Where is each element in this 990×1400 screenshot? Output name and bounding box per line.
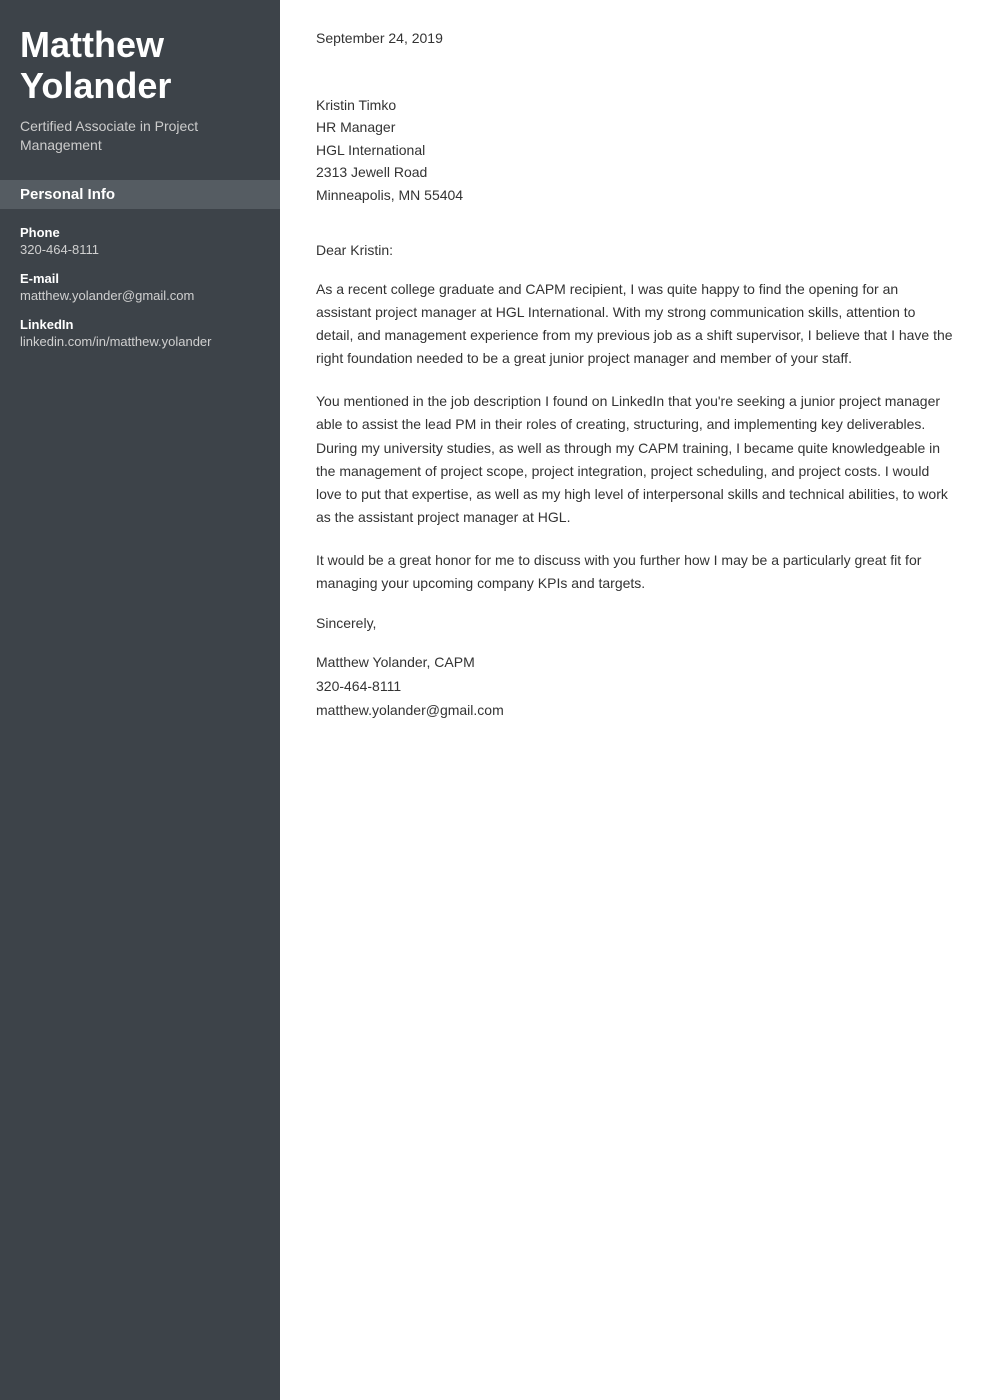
- page: Matthew Yolander Certified Associate in …: [0, 0, 990, 1400]
- letter-paragraph-2: You mentioned in the job description I f…: [316, 390, 954, 529]
- email-block: E-mail matthew.yolander@gmail.com: [20, 271, 260, 303]
- letter-closing: Sincerely,: [316, 615, 954, 631]
- personal-info-heading: Personal Info: [0, 180, 280, 209]
- linkedin-label: LinkedIn: [20, 317, 260, 332]
- signature-email: matthew.yolander@gmail.com: [316, 699, 954, 723]
- phone-block: Phone 320-464-8111: [20, 225, 260, 257]
- recipient-name: Kristin Timko: [316, 94, 954, 116]
- recipient-address1: 2313 Jewell Road: [316, 161, 954, 183]
- signature-phone: 320-464-8111: [316, 675, 954, 699]
- email-value: matthew.yolander@gmail.com: [20, 288, 260, 303]
- signature-name: Matthew Yolander, CAPM: [316, 651, 954, 675]
- recipient-address2: Minneapolis, MN 55404: [316, 184, 954, 206]
- sidebar: Matthew Yolander Certified Associate in …: [0, 0, 280, 1400]
- salutation: Dear Kristin:: [316, 242, 954, 258]
- recipient-company: HGL International: [316, 139, 954, 161]
- letter-paragraph-3: It would be a great honor for me to disc…: [316, 549, 954, 595]
- recipient-block: Kristin Timko HR Manager HGL Internation…: [316, 94, 954, 206]
- signature-block: Matthew Yolander, CAPM 320-464-8111 matt…: [316, 651, 954, 722]
- sidebar-job-title: Certified Associate in Project Managemen…: [20, 117, 260, 156]
- sidebar-full-name: Matthew Yolander: [20, 24, 260, 107]
- recipient-title: HR Manager: [316, 116, 954, 138]
- letter-paragraph-1: As a recent college graduate and CAPM re…: [316, 278, 954, 370]
- letter-body: As a recent college graduate and CAPM re…: [316, 278, 954, 595]
- email-label: E-mail: [20, 271, 260, 286]
- letter-date: September 24, 2019: [316, 30, 954, 46]
- linkedin-block: LinkedIn linkedin.com/in/matthew.yolande…: [20, 317, 260, 349]
- phone-label: Phone: [20, 225, 260, 240]
- letter-content: September 24, 2019 Kristin Timko HR Mana…: [280, 0, 990, 1400]
- linkedin-value: linkedin.com/in/matthew.yolander: [20, 334, 260, 349]
- phone-value: 320-464-8111: [20, 242, 260, 257]
